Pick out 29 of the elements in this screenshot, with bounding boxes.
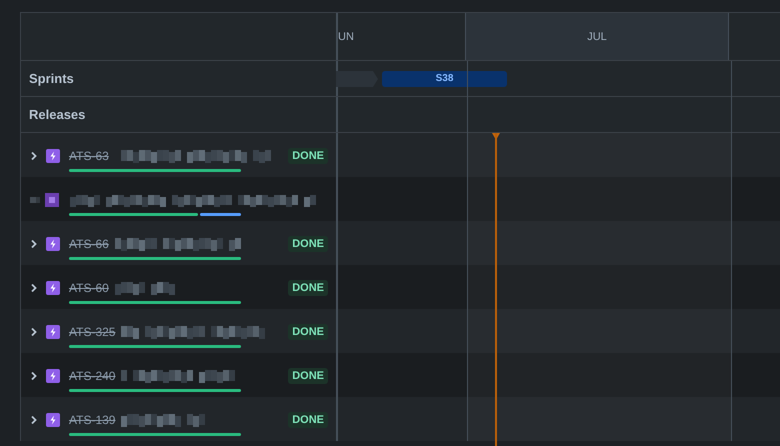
lightning-icon bbox=[46, 369, 60, 383]
sprints-label: Sprints bbox=[29, 71, 74, 86]
status-lozenge: DONE bbox=[288, 280, 328, 296]
status-lozenge: DONE bbox=[288, 148, 328, 164]
lightning-icon bbox=[46, 149, 60, 163]
chevron-icon[interactable] bbox=[30, 239, 38, 249]
issue-key[interactable]: ATS-240 bbox=[69, 369, 116, 383]
month-label: UN bbox=[338, 30, 354, 42]
issue-key[interactable]: ATS-325 bbox=[69, 325, 116, 339]
status-lozenge: DONE bbox=[288, 236, 328, 252]
chevron-icon[interactable] bbox=[30, 415, 38, 425]
lightning-icon bbox=[46, 413, 60, 427]
lightning-icon bbox=[46, 325, 60, 339]
chevron-icon[interactable] bbox=[30, 283, 38, 293]
status-lozenge: DONE bbox=[288, 412, 328, 428]
status-lozenge: DONE bbox=[288, 324, 328, 340]
chevron-icon[interactable] bbox=[30, 371, 38, 381]
issue-key[interactable]: ATS-60 bbox=[69, 281, 109, 295]
issue-key[interactable]: ATS-66 bbox=[69, 237, 109, 251]
issue-key[interactable]: ATS-139 bbox=[69, 413, 116, 427]
status-lozenge: DONE bbox=[288, 368, 328, 384]
releases-label: Releases bbox=[29, 107, 86, 122]
chevron-icon[interactable] bbox=[30, 151, 38, 161]
chevron-icon[interactable] bbox=[30, 327, 38, 337]
lightning-icon bbox=[46, 281, 60, 295]
month-label: JUL bbox=[587, 30, 607, 42]
sprint-bar[interactable]: S38 bbox=[382, 70, 507, 86]
issue-key[interactable]: ATS-63 bbox=[69, 149, 109, 163]
lightning-icon bbox=[46, 237, 60, 251]
